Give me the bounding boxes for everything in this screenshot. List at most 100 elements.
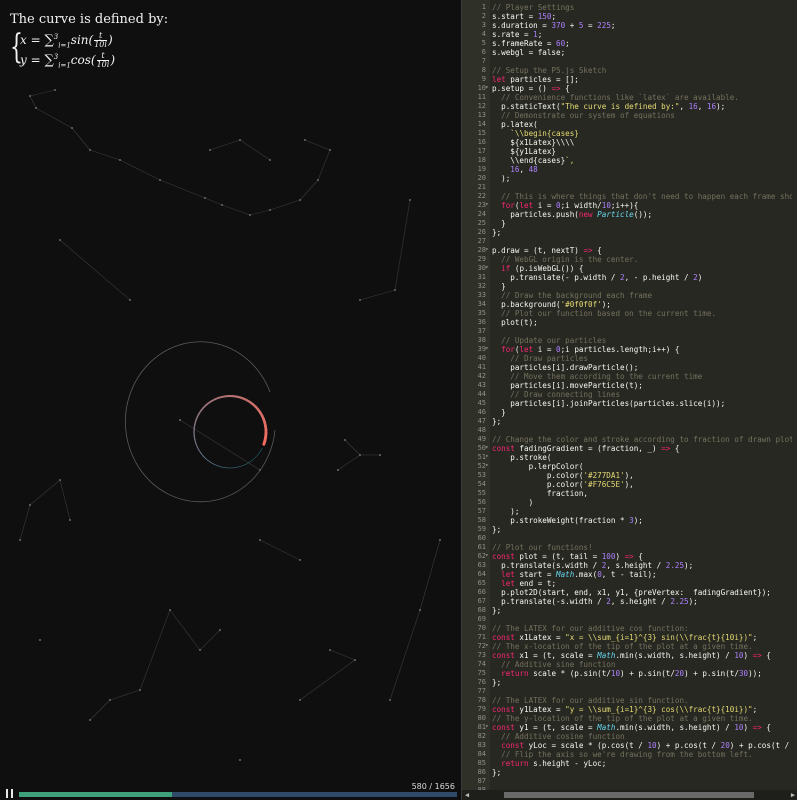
code-line[interactable]: p.staticText("The curve is defined by:",… bbox=[492, 102, 792, 111]
code-line[interactable]: return scale * (p.sin(t/10) + p.sin(t/20… bbox=[492, 669, 792, 678]
code-line[interactable]: plot(t); bbox=[492, 318, 792, 327]
code-line[interactable]: s.start = 150; bbox=[492, 12, 792, 21]
code-line[interactable]: let particles = []; bbox=[492, 75, 792, 84]
code-line[interactable]: const x1Latex = "x = \\sum_{i=1}^{3} sin… bbox=[492, 633, 792, 642]
code-line[interactable] bbox=[492, 327, 792, 336]
fold-icon[interactable]: ▾ bbox=[485, 444, 489, 451]
code-line[interactable] bbox=[492, 426, 792, 435]
code-line[interactable]: // Additive cosine function bbox=[492, 732, 792, 741]
code-line[interactable]: const x1 = (t, scale = Math.min(s.width,… bbox=[492, 651, 792, 660]
horizontal-scrollbar[interactable]: ◀ ▶ bbox=[462, 790, 797, 800]
code-line[interactable]: ) bbox=[492, 498, 792, 507]
code-line[interactable] bbox=[492, 615, 792, 624]
code-line[interactable]: particles.push(new Particle()); bbox=[492, 210, 792, 219]
fold-icon[interactable]: ▾ bbox=[485, 345, 489, 352]
scroll-left-icon[interactable]: ◀ bbox=[462, 790, 472, 800]
code-line[interactable]: for(let i = 0;i particles.length;i++) { bbox=[492, 345, 792, 354]
code-line[interactable]: s.rate = 1; bbox=[492, 30, 792, 39]
fold-icon[interactable]: ▾ bbox=[485, 552, 489, 559]
code-line[interactable]: // Additive sine function bbox=[492, 660, 792, 669]
code-line[interactable]: // Demonstrate our system of equations bbox=[492, 111, 792, 120]
code-line[interactable]: p.translate(s.width / 2, s.height / 2.25… bbox=[492, 561, 792, 570]
code-line[interactable]: `\\begin{cases} bbox=[492, 129, 792, 138]
code-line[interactable]: const y1 = (t, scale = Math.min(s.width,… bbox=[492, 723, 792, 732]
code-line[interactable]: // WebGL origin is the center. bbox=[492, 255, 792, 264]
code-line[interactable]: p.color('#F76C5E'), bbox=[492, 480, 792, 489]
code-line[interactable]: // Setup the P5.js Sketch bbox=[492, 66, 792, 75]
code-line[interactable]: const yLoc = scale * (p.cos(t / 10) + p.… bbox=[492, 741, 792, 750]
fold-icon[interactable]: ▾ bbox=[485, 246, 489, 253]
code-line[interactable]: // Move them according to the current ti… bbox=[492, 372, 792, 381]
fold-icon[interactable]: ▾ bbox=[485, 453, 489, 460]
code-line[interactable] bbox=[492, 534, 792, 543]
code-line[interactable]: if (p.isWebGL()) { bbox=[492, 264, 792, 273]
code-line[interactable]: p.stroke( bbox=[492, 453, 792, 462]
code-line[interactable]: particles[i].drawParticle(); bbox=[492, 363, 792, 372]
fold-icon[interactable]: ▾ bbox=[485, 642, 489, 649]
code-line[interactable]: } bbox=[492, 219, 792, 228]
code-line[interactable] bbox=[492, 777, 792, 786]
code-line[interactable]: p.lerpColor( bbox=[492, 462, 792, 471]
code-line[interactable]: }; bbox=[492, 417, 792, 426]
code-line[interactable]: const fadingGradient = (fraction, _) => … bbox=[492, 444, 792, 453]
code-line[interactable]: } bbox=[492, 408, 792, 417]
code-line[interactable]: const y1Latex = "y = \\sum_{i=1}^{3} cos… bbox=[492, 705, 792, 714]
code-line[interactable]: }; bbox=[492, 606, 792, 615]
code-line[interactable]: p.setup = () => { bbox=[492, 84, 792, 93]
code-line[interactable]: particles[i].joinParticles(particles.sli… bbox=[492, 399, 792, 408]
scroll-right-icon[interactable]: ▶ bbox=[788, 790, 797, 800]
code-line[interactable]: p.latex( bbox=[492, 120, 792, 129]
code-line[interactable]: ${x1Latex}\\\\ bbox=[492, 138, 792, 147]
code-line[interactable]: // The LATEX for our additive cos functi… bbox=[492, 624, 792, 633]
code-line[interactable]: } bbox=[492, 282, 792, 291]
code-line[interactable]: }; bbox=[492, 678, 792, 687]
pause-button[interactable] bbox=[6, 789, 14, 798]
code-line[interactable]: let end = t; bbox=[492, 579, 792, 588]
code-line[interactable]: // Draw particles bbox=[492, 354, 792, 363]
code-line[interactable]: ); bbox=[492, 174, 792, 183]
code-line[interactable]: // Plot our function based on the curren… bbox=[492, 309, 792, 318]
code-line[interactable]: // Convenience functions like `latex` ar… bbox=[492, 93, 792, 102]
code-line[interactable]: 16, 48 bbox=[492, 165, 792, 174]
code-line[interactable] bbox=[492, 237, 792, 246]
code-line[interactable]: \\end{cases}`, bbox=[492, 156, 792, 165]
code-line[interactable] bbox=[492, 57, 792, 66]
code-editor[interactable]: 1 2 3 4 5 6 7 8 9 10 11 12 13 14 15 16 17 18 19 20 21 22 23 24 2… bbox=[461, 0, 797, 800]
fold-icon[interactable]: ▾ bbox=[485, 84, 489, 91]
code-line[interactable]: p.translate(-s.width / 2, s.height / 2.2… bbox=[492, 597, 792, 606]
code-line[interactable]: fraction, bbox=[492, 489, 792, 498]
code-line[interactable]: p.background('#0f0f0f'); bbox=[492, 300, 792, 309]
code-line[interactable]: let start = Math.max(0, t - tail); bbox=[492, 570, 792, 579]
code-line[interactable]: // Plot our functions! bbox=[492, 543, 792, 552]
code-line[interactable] bbox=[492, 687, 792, 696]
fold-icon[interactable]: ▾ bbox=[485, 264, 489, 271]
code-line[interactable]: }; bbox=[492, 525, 792, 534]
code-line[interactable]: s.frameRate = 60; bbox=[492, 39, 792, 48]
code-line[interactable]: // Flip the axis so we're drawing from t… bbox=[492, 750, 792, 759]
code-line[interactable]: p.translate(- p.width / 2, - p.height / … bbox=[492, 273, 792, 282]
code-line[interactable]: // Update our particles bbox=[492, 336, 792, 345]
code-line[interactable]: s.duration = 370 + 5 = 225; bbox=[492, 21, 792, 30]
code-line[interactable]: for(let i = 0;i width/10;i++){ bbox=[492, 201, 792, 210]
code-line[interactable]: // Draw connecting lines bbox=[492, 390, 792, 399]
code-line[interactable]: ${y1Latex} bbox=[492, 147, 792, 156]
code-line[interactable]: ); bbox=[492, 507, 792, 516]
fold-icon[interactable]: ▾ bbox=[485, 201, 489, 208]
scrollbar-thumb[interactable] bbox=[504, 792, 754, 798]
code-line[interactable]: // The y-location of the tip of the plot… bbox=[492, 714, 792, 723]
code-line[interactable] bbox=[492, 183, 792, 192]
code-line[interactable]: p.draw = (t, nextT) => { bbox=[492, 246, 792, 255]
code-line[interactable]: // Change the color and stroke according… bbox=[492, 435, 792, 444]
sketch-canvas[interactable]: The curve is defined by: { x = ∑3i=1sin(… bbox=[0, 0, 461, 800]
code-line[interactable]: p.color('#277DA1'), bbox=[492, 471, 792, 480]
code-line[interactable]: p.strokeWeight(fraction * 3); bbox=[492, 516, 792, 525]
code-line[interactable]: }; bbox=[492, 228, 792, 237]
code-line[interactable]: s.webgl = false; bbox=[492, 48, 792, 57]
fold-icon[interactable]: ▾ bbox=[485, 462, 489, 469]
code-line[interactable]: const plot = (t, tail = 100) => { bbox=[492, 552, 792, 561]
code-line[interactable]: return s.height - yLoc; bbox=[492, 759, 792, 768]
code-line[interactable]: particles[i].moveParticle(t); bbox=[492, 381, 792, 390]
code-line[interactable]: // This is where things that don't need … bbox=[492, 192, 792, 201]
code-line[interactable]: p.plot2D(start, end, x1, y1, {preVertex:… bbox=[492, 588, 792, 597]
progress-track[interactable] bbox=[19, 792, 457, 797]
